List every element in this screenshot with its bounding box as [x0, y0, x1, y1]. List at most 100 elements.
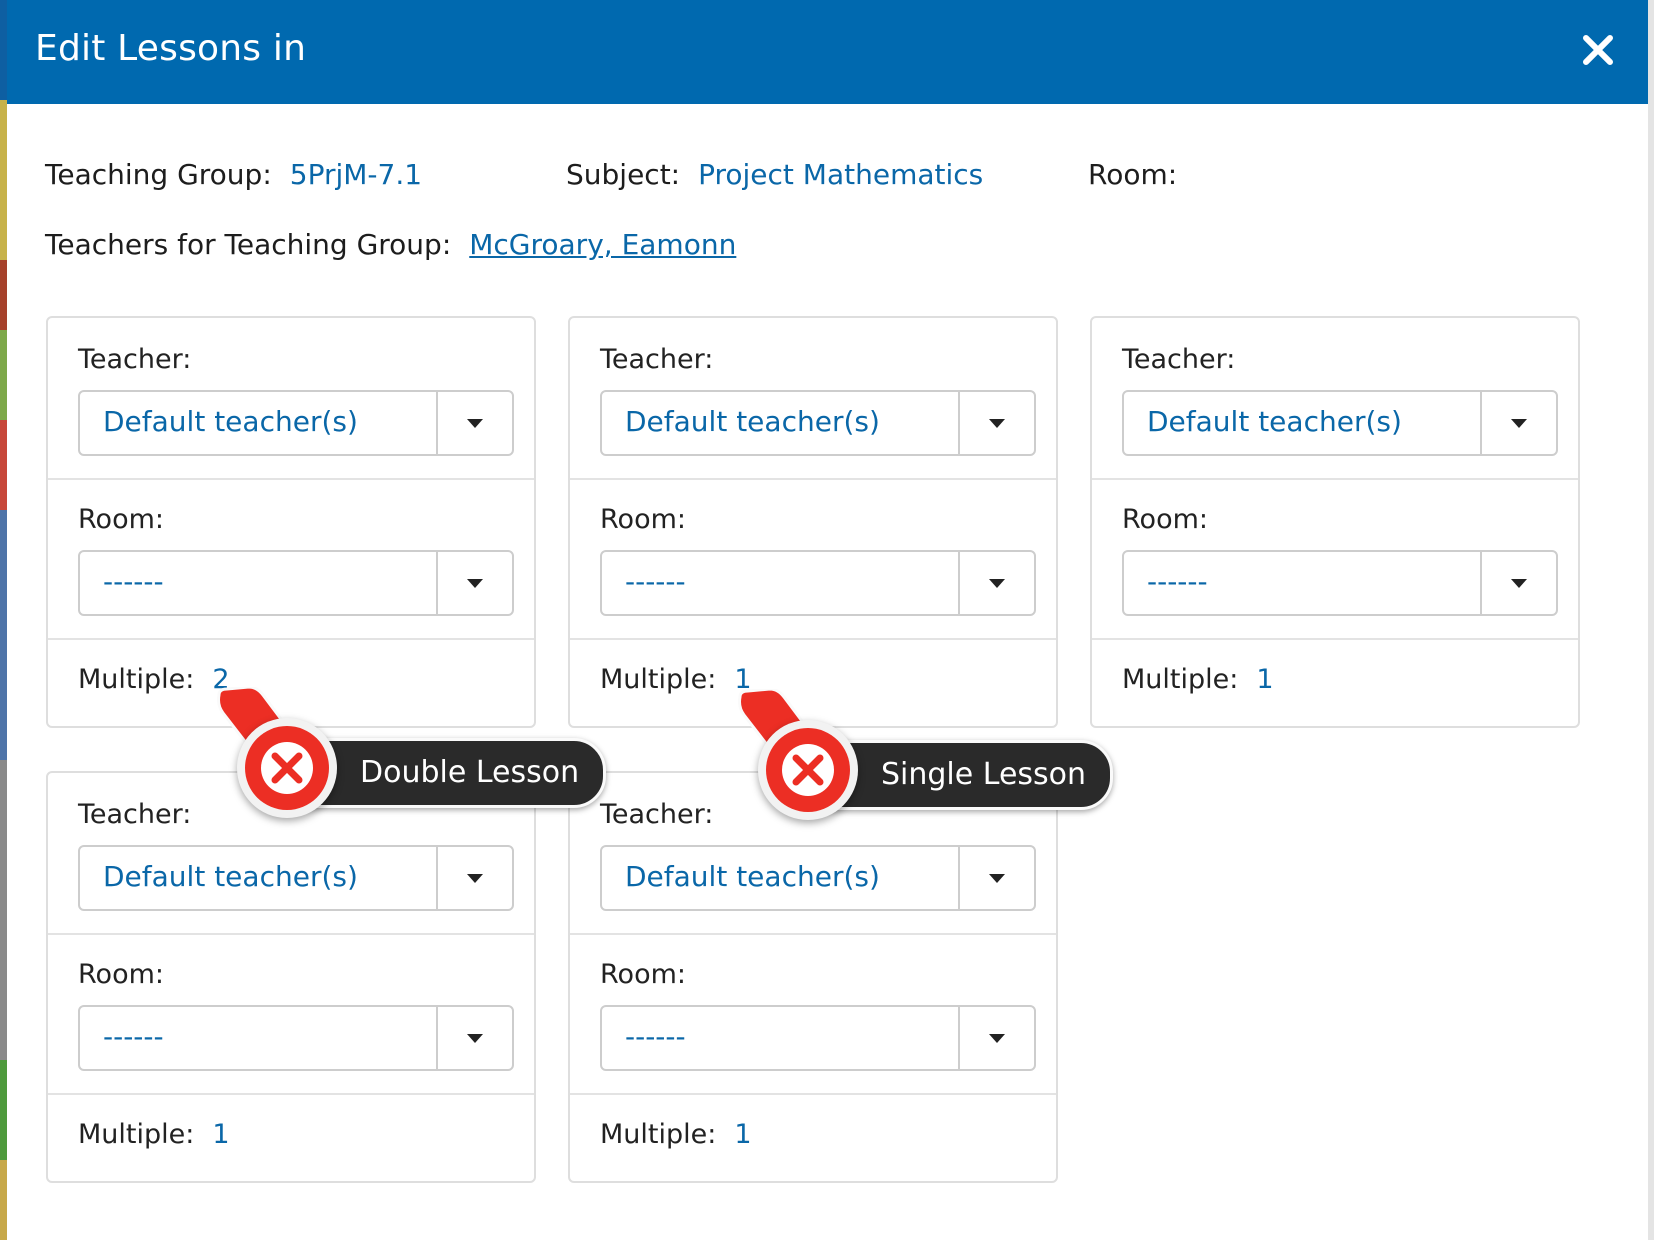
room-label: Room: [600, 504, 686, 535]
multiple-row: Multiple: 1 [78, 1119, 230, 1150]
annotation-double-lesson: Double Lesson [217, 687, 607, 822]
teacher-select-value: Default teacher(s) [625, 860, 880, 893]
room-select[interactable]: ------ [600, 1005, 1036, 1071]
subject-value: Project Mathematics [698, 158, 984, 191]
teacher-select-value: Default teacher(s) [103, 860, 358, 893]
room-select[interactable]: ------ [600, 550, 1036, 616]
teacher-label: Teacher: [78, 799, 192, 830]
room-select-value: ------ [625, 565, 686, 598]
dropdown-toggle[interactable] [958, 847, 1034, 909]
multiple-label: Multiple: [600, 1119, 717, 1150]
room-select-value: ------ [625, 1020, 686, 1053]
dropdown-toggle[interactable] [436, 552, 512, 614]
caret-down-icon [467, 874, 483, 883]
dialog-title: Edit Lessons in [35, 28, 307, 69]
teacher-label: Teacher: [1122, 344, 1236, 375]
lesson-card: Teacher: Default teacher(s) Room: ------ Mul… [568, 316, 1058, 728]
dropdown-toggle[interactable] [436, 1007, 512, 1069]
lesson-card: Teacher: Default teacher(s) Room: ------ Mul… [46, 771, 536, 1183]
teacher-select[interactable]: Default teacher(s) [1122, 390, 1558, 456]
teacher-label: Teacher: [78, 344, 192, 375]
teachers-info: Teachers for Teaching Group: McGroary, Ea… [45, 228, 736, 261]
teacher-section: Teacher: Default teacher(s) [570, 318, 1056, 478]
multiple-section: Multiple: 1 [48, 1093, 534, 1185]
lesson-card: Teacher: Default teacher(s) Room: ------ Mul… [568, 771, 1058, 1183]
caret-down-icon [467, 1034, 483, 1043]
room-label: Room: [78, 504, 164, 535]
caret-down-icon [467, 419, 483, 428]
multiple-row: Multiple: 1 [600, 664, 752, 695]
annotation-label: Double Lesson [307, 738, 607, 808]
background-edge [1648, 0, 1654, 1240]
caret-down-icon [1511, 419, 1527, 428]
dropdown-toggle[interactable] [958, 392, 1034, 454]
teacher-select[interactable]: Default teacher(s) [78, 845, 514, 911]
multiple-value[interactable]: 1 [734, 1119, 751, 1150]
annotation-label: Single Lesson [828, 740, 1114, 810]
multiple-row: Multiple: 2 [78, 664, 230, 695]
room-section: Room: ------ [48, 478, 534, 640]
caret-down-icon [989, 1034, 1005, 1043]
room-section: Room: ------ [1092, 478, 1578, 640]
multiple-value[interactable]: 1 [1256, 664, 1273, 695]
caret-down-icon [467, 579, 483, 588]
room-section: Room: ------ [570, 933, 1056, 1095]
teaching-group-value: 5PrjM-7.1 [289, 158, 423, 191]
dialog-header: Edit Lessons in [7, 0, 1648, 104]
teacher-label: Teacher: [600, 799, 714, 830]
room-label: Room: [600, 959, 686, 990]
dropdown-toggle[interactable] [1480, 552, 1556, 614]
multiple-label: Multiple: [1122, 664, 1239, 695]
teaching-group-info: Teaching Group: 5PrjM-7.1 [45, 158, 422, 191]
multiple-label: Multiple: [600, 664, 717, 695]
dropdown-toggle[interactable] [436, 847, 512, 909]
room-select[interactable]: ------ [78, 1005, 514, 1071]
room-select-value: ------ [1147, 565, 1208, 598]
multiple-value[interactable]: 1 [212, 1119, 229, 1150]
teachers-label: Teachers for Teaching Group: [45, 228, 452, 261]
dropdown-toggle[interactable] [436, 392, 512, 454]
caret-down-icon [989, 419, 1005, 428]
room-info: Room: [1088, 158, 1177, 191]
teacher-label: Teacher: [600, 344, 714, 375]
caret-down-icon [1511, 579, 1527, 588]
teacher-section: Teacher: Default teacher(s) [48, 318, 534, 478]
multiple-row: Multiple: 1 [1122, 664, 1274, 695]
room-select[interactable]: ------ [1122, 550, 1558, 616]
room-select-value: ------ [103, 1020, 164, 1053]
multiple-label: Multiple: [78, 664, 195, 695]
room-label: Room: [78, 959, 164, 990]
room-label: Room: [1122, 504, 1208, 535]
multiple-section: Multiple: 1 [1092, 638, 1578, 730]
room-label: Room: [1088, 158, 1178, 191]
teacher-select[interactable]: Default teacher(s) [78, 390, 514, 456]
caret-down-icon [989, 579, 1005, 588]
room-section: Room: ------ [570, 478, 1056, 640]
teacher-section: Teacher: Default teacher(s) [1092, 318, 1578, 478]
subject-info: Subject: Project Mathematics [566, 158, 983, 191]
dropdown-toggle[interactable] [958, 1007, 1034, 1069]
x-circle-icon [237, 718, 337, 818]
multiple-row: Multiple: 1 [600, 1119, 752, 1150]
teacher-select-value: Default teacher(s) [103, 405, 358, 438]
background-app-strip [0, 0, 7, 1240]
subject-label: Subject: [566, 158, 681, 191]
dropdown-toggle[interactable] [958, 552, 1034, 614]
room-select[interactable]: ------ [78, 550, 514, 616]
teacher-select-value: Default teacher(s) [625, 405, 880, 438]
close-icon[interactable] [1574, 26, 1622, 74]
room-select-value: ------ [103, 565, 164, 598]
teacher-link[interactable]: McGroary, Eamonn [469, 228, 736, 261]
x-circle-icon [758, 720, 858, 820]
room-section: Room: ------ [48, 933, 534, 1095]
lesson-card: Teacher: Default teacher(s) Room: ------ Mul… [1090, 316, 1580, 728]
teacher-select[interactable]: Default teacher(s) [600, 845, 1036, 911]
caret-down-icon [989, 874, 1005, 883]
dropdown-toggle[interactable] [1480, 392, 1556, 454]
multiple-section: Multiple: 1 [570, 1093, 1056, 1185]
lesson-card: Teacher: Default teacher(s) Room: ------ Mul… [46, 316, 536, 728]
teacher-select[interactable]: Default teacher(s) [600, 390, 1036, 456]
annotation-single-lesson: Single Lesson [738, 689, 1128, 824]
multiple-label: Multiple: [78, 1119, 195, 1150]
teacher-select-value: Default teacher(s) [1147, 405, 1402, 438]
